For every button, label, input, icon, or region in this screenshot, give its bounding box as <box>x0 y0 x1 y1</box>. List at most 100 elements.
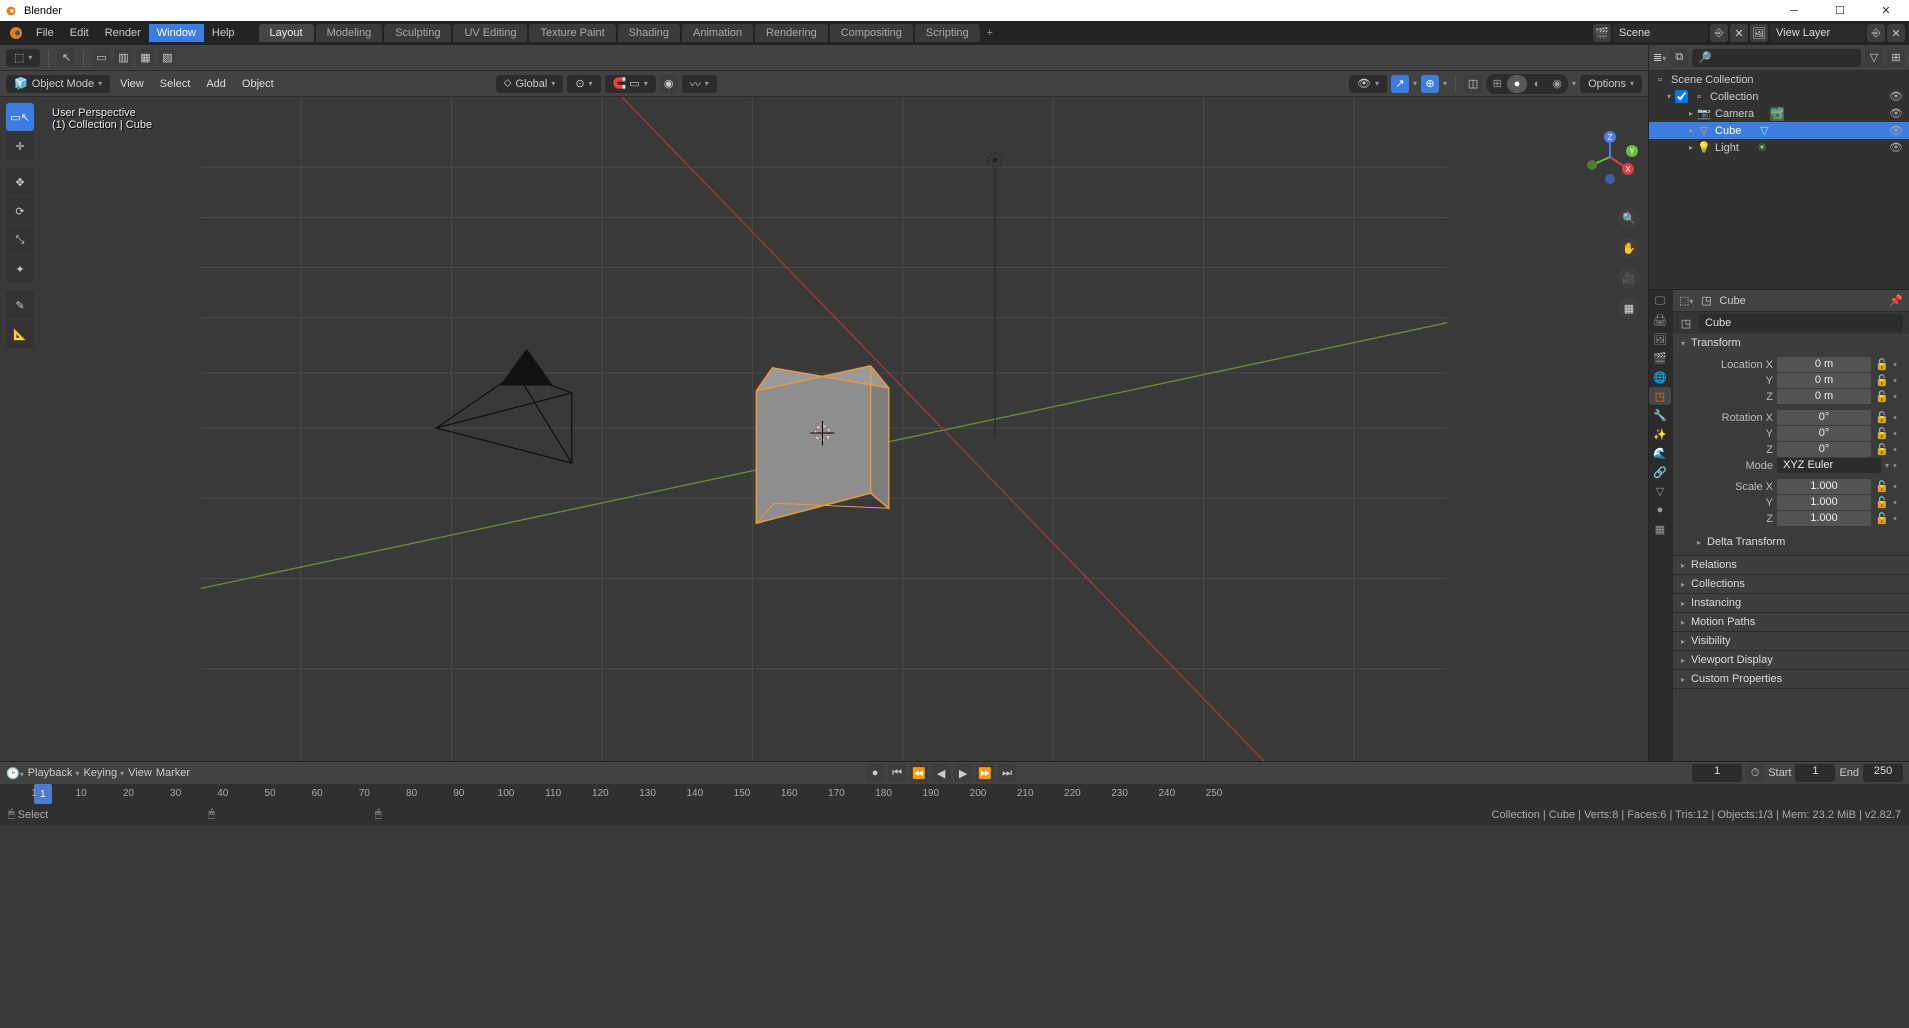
tool-annotate[interactable]: ✎ <box>6 291 34 319</box>
collection-enable-checkbox[interactable] <box>1675 90 1688 103</box>
preview-range-button[interactable]: ⏱ <box>1746 764 1764 782</box>
menu-help[interactable]: Help <box>204 24 243 42</box>
jump-prev-key-button[interactable]: ⏪ <box>910 764 928 782</box>
ptab-render[interactable]: 🖵 <box>1649 292 1671 310</box>
close-button[interactable]: ✕ <box>1863 0 1909 21</box>
viewport-canvas[interactable]: ▭↖ ✛ ✥ ⟳ ⤡ ✦ ✎ 📐 User Perspective (1) Co… <box>0 97 1648 761</box>
tool-move[interactable]: ✥ <box>6 168 34 196</box>
interaction-mode-dropdown[interactable]: 🧊 Object Mode ▾ <box>6 75 110 93</box>
viewport-options-dropdown[interactable]: Options ▾ <box>1580 75 1642 93</box>
tool-select-box[interactable]: ▭↖ <box>6 103 34 131</box>
tab-layout[interactable]: Layout <box>259 24 314 42</box>
panel-transform-header[interactable]: ▾Transform <box>1673 334 1909 352</box>
ptab-meshdata[interactable]: ▽ <box>1649 482 1671 500</box>
tl-menu-playback[interactable]: Playback ▾ <box>28 767 80 779</box>
viewlayer-field[interactable]: View Layer <box>1770 24 1865 42</box>
selmode-c-icon[interactable]: ▦ <box>136 49 154 67</box>
lock-icon[interactable]: 🔓 <box>1875 443 1889 456</box>
timeline-editor-type[interactable]: 🕑▾ <box>6 767 24 780</box>
zoom-gizmo-icon[interactable]: 🔍 <box>1618 207 1640 229</box>
lock-icon[interactable]: 🔓 <box>1875 512 1889 525</box>
blender-icon[interactable] <box>8 25 24 41</box>
menu-render[interactable]: Render <box>97 24 149 42</box>
cursor-tool-icon[interactable]: ↖ <box>57 49 75 67</box>
tab-rendering[interactable]: Rendering <box>755 24 828 42</box>
outliner-scene-collection[interactable]: ▫ Scene Collection <box>1649 71 1909 88</box>
outliner-display-mode[interactable]: ⧉ <box>1670 49 1688 67</box>
tab-uv-editing[interactable]: UV Editing <box>453 24 527 42</box>
jump-end-button[interactable]: ⏭ <box>998 764 1016 782</box>
panel-custom-properties[interactable]: ▸Custom Properties <box>1673 670 1909 688</box>
editor-type-dropdown[interactable]: ⬚▾ <box>6 49 40 67</box>
tl-menu-marker[interactable]: Marker <box>156 767 190 779</box>
lock-icon[interactable]: 🔓 <box>1875 374 1889 387</box>
mesh-data-icon[interactable]: ▽ <box>1757 124 1771 138</box>
field-rotation-x[interactable]: 0° <box>1777 410 1871 425</box>
tab-modeling[interactable]: Modeling <box>316 24 383 42</box>
tl-menu-keying[interactable]: Keying ▾ <box>83 767 124 779</box>
visibility-dropdown[interactable]: 👁▾ <box>1349 75 1387 93</box>
tab-texture-paint[interactable]: Texture Paint <box>529 24 615 42</box>
panel-relations[interactable]: ▸Relations <box>1673 556 1909 574</box>
light-data-icon[interactable]: ☀ <box>1755 141 1769 155</box>
outliner-collection[interactable]: ▾ ▫ Collection 👁 <box>1649 88 1909 105</box>
selmode-d-icon[interactable]: ▧ <box>158 49 176 67</box>
panel-collections[interactable]: ▸Collections <box>1673 575 1909 593</box>
snap-dropdown[interactable]: 🧲 ▭▾ <box>605 75 656 93</box>
lock-icon[interactable]: 🔓 <box>1875 390 1889 403</box>
play-button[interactable]: ▶ <box>954 764 972 782</box>
scene-browse-icon[interactable]: 🎬 <box>1593 24 1611 42</box>
ptab-viewlayer[interactable]: 🖼 <box>1649 330 1671 348</box>
field-location-y[interactable]: 0 m <box>1777 373 1871 388</box>
gizmo-toggle-button[interactable]: ↗ <box>1391 75 1409 93</box>
end-frame-field[interactable]: 250 <box>1863 764 1903 782</box>
lock-icon[interactable]: 🔓 <box>1875 358 1889 371</box>
scene-delete-button[interactable]: ✕ <box>1730 24 1748 42</box>
ptab-material[interactable]: ● <box>1649 501 1671 519</box>
nav-gizmo[interactable]: Z Y X <box>1580 127 1640 187</box>
visibility-icon[interactable]: 👁 <box>1889 141 1903 154</box>
outliner-filter-button[interactable]: ▽ <box>1865 49 1883 67</box>
tab-compositing[interactable]: Compositing <box>830 24 913 42</box>
vp-menu-select[interactable]: Select <box>154 76 197 92</box>
maximize-button[interactable]: ☐ <box>1817 0 1863 21</box>
tool-transform[interactable]: ✦ <box>6 255 34 283</box>
lock-icon[interactable]: 🔓 <box>1875 496 1889 509</box>
visibility-icon[interactable]: 👁 <box>1889 124 1903 137</box>
tool-rotate[interactable]: ⟳ <box>6 197 34 225</box>
outliner-new-collection[interactable]: ⊞ <box>1887 49 1905 67</box>
tab-sculpting[interactable]: Sculpting <box>384 24 451 42</box>
pivot-dropdown[interactable]: ⊙▾ <box>567 75 600 93</box>
start-frame-field[interactable]: 1 <box>1795 764 1835 782</box>
proportional-falloff[interactable]: 〰▾ <box>682 75 717 93</box>
lock-icon[interactable]: 🔓 <box>1875 427 1889 440</box>
autokey-button[interactable]: ● <box>866 764 884 782</box>
xray-toggle-button[interactable]: ◫ <box>1464 75 1482 93</box>
ptab-constraints[interactable]: 🔗 <box>1649 463 1671 481</box>
lock-icon[interactable]: 🔓 <box>1875 480 1889 493</box>
selmode-b-icon[interactable]: ▥ <box>114 49 132 67</box>
ptab-modifiers[interactable]: 🔧 <box>1649 406 1671 424</box>
ptab-physics[interactable]: 🌊 <box>1649 444 1671 462</box>
minimize-button[interactable]: ─ <box>1771 0 1817 21</box>
pin-icon[interactable]: 📌 <box>1889 294 1903 307</box>
current-frame-field[interactable]: 1 <box>1692 764 1742 782</box>
jump-start-button[interactable]: ⏮ <box>888 764 906 782</box>
tool-measure[interactable]: 📐 <box>6 320 34 348</box>
object-name-field[interactable]: Cube <box>1699 314 1903 332</box>
proportional-edit-button[interactable]: ◉ <box>660 75 678 93</box>
shade-matprev-button[interactable]: ◐ <box>1527 75 1547 93</box>
persp-ortho-icon[interactable]: ▦ <box>1618 297 1640 319</box>
viewlayer-delete-button[interactable]: ✕ <box>1887 24 1905 42</box>
tab-scripting[interactable]: Scripting <box>915 24 980 42</box>
outliner-item-camera[interactable]: ▸📷 Camera 📽 👁 <box>1649 105 1909 122</box>
shade-solid-button[interactable]: ● <box>1507 75 1527 93</box>
scene-field[interactable]: Scene <box>1613 24 1708 42</box>
menu-edit[interactable]: Edit <box>62 24 97 42</box>
viewlayer-browse-icon[interactable]: 🖼 <box>1750 24 1768 42</box>
shade-wireframe-button[interactable]: ⊞ <box>1487 75 1507 93</box>
ptab-object[interactable]: ◳ <box>1649 387 1671 405</box>
outliner-item-cube[interactable]: ▸▽ Cube ▽ 👁 <box>1649 122 1909 139</box>
vp-menu-object[interactable]: Object <box>236 76 280 92</box>
panel-motion-paths[interactable]: ▸Motion Paths <box>1673 613 1909 631</box>
